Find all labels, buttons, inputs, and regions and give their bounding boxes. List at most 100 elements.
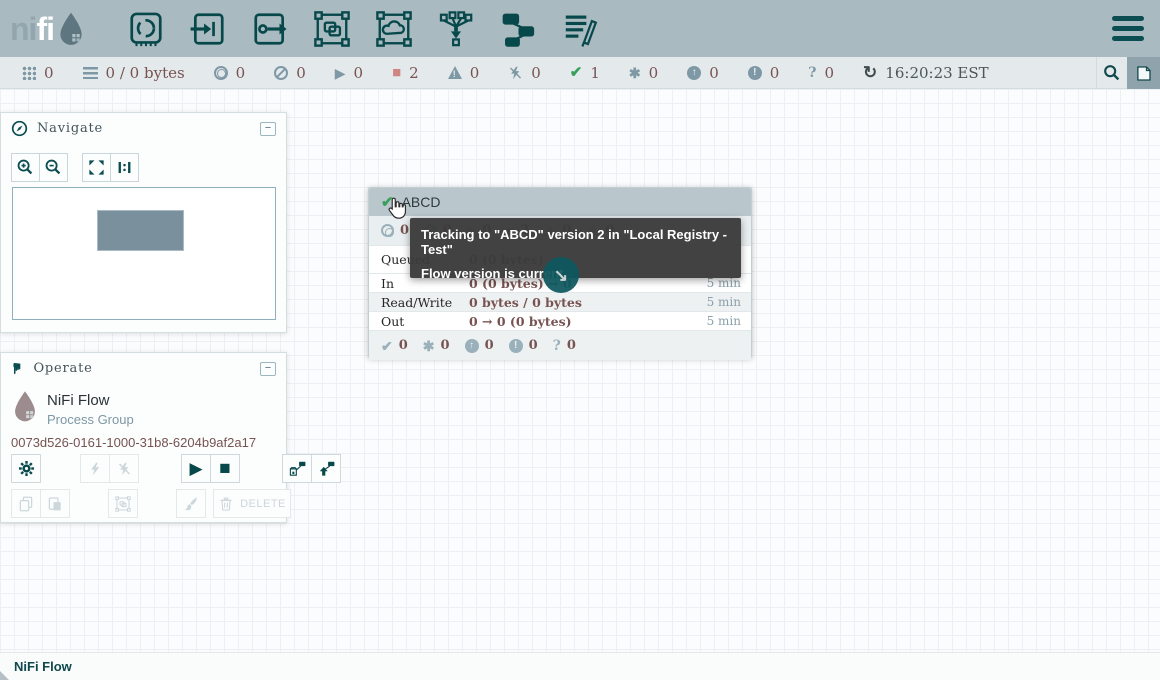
configuration-button[interactable] [11,454,41,483]
search-button[interactable] [1096,57,1127,89]
sync-failure-icon: ? [808,66,816,80]
flow-name: NiFi Flow [47,390,134,409]
operate-collapse-button[interactable]: − [260,362,276,376]
status-refresh: ↻ 16:20:23 EST [863,64,989,82]
status-sync-failure: ? 0 [808,64,834,82]
disable-button [109,454,139,483]
compass-icon [11,120,28,137]
pg-version-states: ✔0 ✱0 ↑0 !0 ?0 [369,330,751,360]
zoom-actual-size-button[interactable] [110,153,139,182]
delete-button: DELETE [213,489,291,518]
fill-color-button [176,489,206,518]
pg-locally-modified: ✱0 [423,338,450,353]
status-up-to-date: ✔ 1 [570,64,600,82]
breadcrumb-root[interactable]: NiFi Flow [14,659,72,674]
sync-failure-icon: ? [553,339,561,353]
not-transmitting-icon [274,66,288,80]
locally-modified-and-stale-icon: ! [748,66,762,80]
locally-modified-count: 0 [649,64,659,82]
lightning-icon [88,461,103,477]
pg-locally-modified-and-stale: !0 [509,338,538,353]
processor-icon[interactable] [126,8,166,50]
status-running: ▶ 0 [335,64,363,82]
status-stopped: ■ 2 [392,64,419,82]
top-toolbar: nifi [0,0,1160,57]
stop-button[interactable]: ■ [210,454,240,483]
transmitting-icon [381,224,394,237]
start-button[interactable]: ▶ [181,454,211,483]
transmitting-count: 0 [236,64,246,82]
flow-canvas[interactable]: Navigate − [0,89,1160,652]
nifi-logo: nifi [10,11,86,47]
running-count: 0 [354,64,364,82]
minimap-process-group-rect [97,210,184,251]
resize-grip[interactable] [0,671,9,680]
label-icon[interactable] [560,8,600,50]
status-locally-modified: ✱ 0 [629,64,658,82]
play-icon: ▶ [189,460,202,477]
create-template-button[interactable] [282,454,312,483]
funnel-icon[interactable] [436,8,476,50]
global-menu-icon[interactable] [1112,16,1144,41]
active-threads-count: 0 [44,64,54,82]
paste-button [40,489,70,518]
upload-template-icon [317,459,336,478]
pg-transmitting: 0 [381,223,409,238]
up-to-date-icon: ✔ [381,339,393,353]
row-duration: 5 min [707,314,741,328]
status-not-transmitting: 0 [274,64,306,82]
up-to-date-count: 1 [590,64,600,82]
status-bar: 0 0 / 0 bytes 0 0 ▶ 0 ■ 2 0 [0,57,1160,89]
flow-id: 0073d526-0161-1000-31b8-6204b9af2a17 [11,435,256,450]
process-group-name: ABCD [402,194,441,210]
process-group-header: ✔ ABCD [369,188,751,216]
flow-type: Process Group [47,412,134,427]
status-active-threads: 0 [22,64,54,82]
process-group-drop-icon [11,390,39,423]
nifi-app: nifi [0,0,1160,680]
copy-button [11,489,41,518]
remote-process-group-icon[interactable] [374,8,414,50]
process-group-icon[interactable] [312,8,352,50]
invalid-icon [448,66,462,79]
pg-row-read-write: Read/Write 0 bytes / 0 bytes 5 min [369,292,751,311]
version-state-check-icon[interactable]: ✔ [381,195,394,210]
operate-palette: ☚ Operate − NiFi Flow Process Group 0073… [0,352,287,523]
notes-button[interactable] [1127,57,1160,89]
pg-up-to-date: ✔0 [381,338,408,353]
upload-template-button[interactable] [311,454,341,483]
component-toolbar [126,8,600,50]
status-queued: 0 / 0 bytes [83,64,185,82]
disabled-count: 0 [531,64,541,82]
zoom-out-button[interactable] [39,153,68,182]
birdseye-minimap[interactable] [12,187,276,320]
template-icon[interactable] [498,8,538,50]
running-icon: ▶ [335,66,346,80]
navigate-palette: Navigate − [0,112,287,333]
gear-icon [17,459,36,478]
stop-icon: ■ [219,459,230,478]
pg-stale: ↑0 [465,338,494,353]
note-icon [1134,64,1153,83]
zoom-fit-button[interactable] [82,153,111,182]
stale-icon: ↑ [465,339,479,353]
navigate-collapse-button[interactable]: − [260,122,276,136]
nifi-logo-text: nifi [10,13,54,45]
status-locally-modified-and-stale: ! 0 [748,64,780,82]
pg-sync-failure: ?0 [553,338,576,353]
status-disabled: 0 [508,64,541,82]
group-button [108,489,138,518]
input-port-icon[interactable] [188,8,228,50]
copy-icon [17,495,35,513]
refresh-icon[interactable]: ↻ [863,64,877,81]
row-value: 0 → 0 (0 bytes) [469,314,572,329]
locally-modified-and-stale-icon: ! [509,339,523,353]
navigate-title: Navigate [37,121,103,136]
last-refreshed-time: 16:20:23 EST [885,64,988,82]
nifi-drop-icon [56,11,86,47]
stopped-count: 2 [409,64,419,82]
stale-icon: ↑ [687,66,701,80]
row-label: Read/Write [381,295,469,310]
zoom-in-button[interactable] [11,153,40,182]
output-port-icon[interactable] [250,8,290,50]
